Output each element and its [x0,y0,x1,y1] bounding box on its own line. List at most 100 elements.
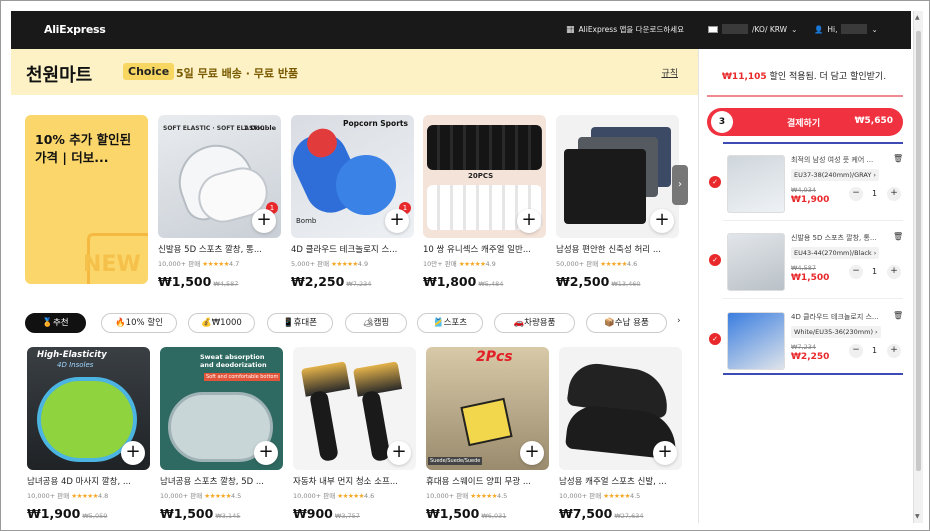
discount-amount: ₩11,105 [722,72,767,82]
product-card[interactable]: Popcorn Sports Bomb 1 + 4D 클라우드 테크놀로지 스.… [291,115,415,290]
chevron-down-icon: ⌄ [791,24,798,34]
product-title[interactable]: 4D 클라우드 테크놀로지 스... [291,243,415,255]
add-to-cart-button[interactable]: + [121,441,145,465]
quantity-increase-button[interactable]: + [887,187,901,201]
quantity-decrease-button[interactable]: − [849,187,863,201]
add-to-cart-button[interactable]: + [387,441,411,465]
product-card[interactable]: High-Elasticity 4D Insoles + 남녀공용 4D 마사지… [27,347,151,522]
sold-count: 10,000+ 판매 [158,260,201,268]
original-price: ₩5,059 [82,512,108,520]
chip-phones[interactable]: 📱휴대폰 [267,313,333,333]
star-rating-icon: ★★★★★ [458,260,486,268]
chip-label: 수납 용품 [614,318,649,328]
cart-item-image[interactable] [727,233,785,291]
product-title[interactable]: 휴대용 스웨이드 양피 무광 ... [426,475,550,487]
trash-icon[interactable]: 🗑 [893,154,903,163]
add-to-cart-button[interactable]: + [653,441,677,465]
tent-icon: 🏕 [362,318,374,328]
scroll-up-icon[interactable]: ▲ [915,14,920,21]
product-card[interactable]: SOFT ELASTIC · SOFT ELASTIC 1 Double 1 +… [158,115,282,290]
product-title[interactable]: 남녀공용 스포츠 깔창, 5D ... [160,475,284,487]
cart-sidebar: ₩11,105 할인 적용됨. 더 담고 할인받기. 3 결제하기 ₩5,650… [698,49,911,523]
product-title[interactable]: 자동차 내부 먼지 청소 소프... [293,475,417,487]
product-card[interactable]: + 남성용 편안한 신축성 허리 ... 50,000+ 판매 ★★★★★4.6… [556,115,680,290]
product-card[interactable]: + 자동차 내부 먼지 청소 소프... 10,000+ 판매 ★★★★★4.6… [293,347,417,522]
scroll-down-icon[interactable]: ▼ [915,513,920,520]
product-card[interactable]: + 남성용 캐주얼 스포츠 신발, ... 10,000+ 판매 ★★★★★4.… [559,347,683,522]
variant-selector[interactable]: EU43-44(270mm)/Black › [791,247,880,259]
add-to-cart-button[interactable]: + [252,209,276,233]
cart-item-title[interactable]: 최적의 남성 여성 풋 케어 ... [791,155,887,165]
chevron-right-icon: › [678,179,682,190]
star-rating-icon: ★★★★★ [331,260,358,268]
quantity-increase-button[interactable]: + [887,265,901,279]
price-row: ₩1,500 ₩4,587 [158,271,282,290]
trash-icon[interactable]: 🗑 [893,232,903,241]
carousel-next-button[interactable]: › [672,165,688,205]
cart-item-title[interactable]: 4D 클라우드 테크놀로지 스... [791,312,887,322]
add-to-cart-button[interactable]: + [650,209,674,233]
banner-subtitle: 5일 무료 배송 · 무료 반품 [176,67,299,80]
add-to-cart-button[interactable]: + [517,209,541,233]
trash-icon[interactable]: 🗑 [893,311,903,320]
product-title[interactable]: 남성용 캐주얼 스포츠 신발, ... [559,475,683,487]
checkbox-checked-icon[interactable]: ✓ [709,254,721,266]
original-price: ₩4,587 [791,264,817,272]
locale-selector[interactable]: /KO/ KRW ⌄ [708,24,797,34]
chip-recommended[interactable]: 🏅추천 [25,313,86,333]
variant-selector[interactable]: White/EU35-36(230mm) › [791,326,881,338]
quantity-decrease-button[interactable]: − [849,344,863,358]
progress-divider [707,95,903,97]
variant-label: White/EU35-36(230mm) [794,328,873,336]
account-menu[interactable]: 👤 Hi, ⌄ [814,24,878,34]
aliexpress-logo[interactable]: AliExpress [44,23,106,36]
promo-text: 10% 추가 할인된 가격 | 더보... [35,132,132,165]
chip-label: 10% 할인 [125,318,163,328]
chip-sports[interactable]: 🎽스포츠 [417,313,483,333]
price: ₩900 [293,506,333,521]
quantity-decrease-button[interactable]: − [849,265,863,279]
greeting-label: Hi, [827,24,838,34]
rules-link[interactable]: 규칙 [661,66,678,79]
cart-item-image[interactable] [727,312,785,370]
checkbox-checked-icon[interactable]: ✓ [709,176,721,188]
vertical-scrollbar[interactable]: ▲ ▼ [913,11,923,523]
product-title[interactable]: 남녀공용 4D 마사지 깔창, ... [27,475,151,487]
product-title[interactable]: 남성용 편안한 신축성 허리 ... [556,243,680,255]
product-title[interactable]: 신발용 5D 스포츠 깔창, 통... [158,243,282,255]
cart-item-title[interactable]: 신발용 5D 스포츠 깔창, 통... [791,233,887,243]
add-to-cart-button[interactable]: + [520,441,544,465]
chip-discount[interactable]: 🔥10% 할인 [101,313,177,333]
brush-bristles [300,361,351,397]
price: ₩1,800 [423,274,477,289]
image-caption: High-Elasticity [37,350,107,360]
scrollbar-thumb[interactable] [916,31,921,471]
checkbox-checked-icon[interactable]: ✓ [709,333,721,345]
chip-storage[interactable]: 📦수납 용품 [586,313,667,333]
variant-selector[interactable]: EU37-38(240mm)/GRAY › [791,169,879,181]
app-download-link[interactable]: ▦ AliExpress 앱을 다운로드하세요 [566,24,684,35]
product-title[interactable]: 10 쌍 유니섹스 캐주얼 일반... [423,243,547,255]
star-rating-icon: ★★★★★ [71,492,98,500]
original-price: ₩7,234 [346,280,372,288]
star-rating-icon: ★★★★★ [337,492,364,500]
product-card[interactable]: 20PCS + 10 쌍 유니섹스 캐주얼 일반... 10만+ 판매 ★★★★… [423,115,547,290]
product-card[interactable]: 2Pcs Suede/Suede/Suede + 휴대용 스웨이드 양피 무광 … [426,347,550,522]
product-card[interactable]: Sweat absorption and deodorization Soft … [160,347,284,522]
product-image: High-Elasticity 4D Insoles + [27,347,150,470]
chip-car-goods[interactable]: 🚗차량용품 [494,313,575,333]
chip-camping[interactable]: 🏕캠핑 [345,313,407,333]
cart-item-image[interactable] [727,155,785,213]
checkout-button[interactable]: 3 결제하기 ₩5,650 [707,108,903,136]
add-to-cart-button[interactable]: + [254,441,278,465]
original-price: ₩7,234 [791,343,817,351]
rating-value: 4.9 [485,260,496,268]
eraser-block [460,397,513,447]
quantity-increase-button[interactable]: + [887,344,901,358]
chevron-right-icon[interactable]: › [677,316,681,326]
add-to-cart-button[interactable]: + [385,209,409,233]
redacted-username [841,24,868,34]
promo-tile[interactable]: 10% 추가 할인된 가격 | 더보... NEW [25,115,148,284]
sold-count: 10,000+ 판매 [160,492,203,500]
chip-1000-won[interactable]: 💰₩1000 [188,313,255,333]
